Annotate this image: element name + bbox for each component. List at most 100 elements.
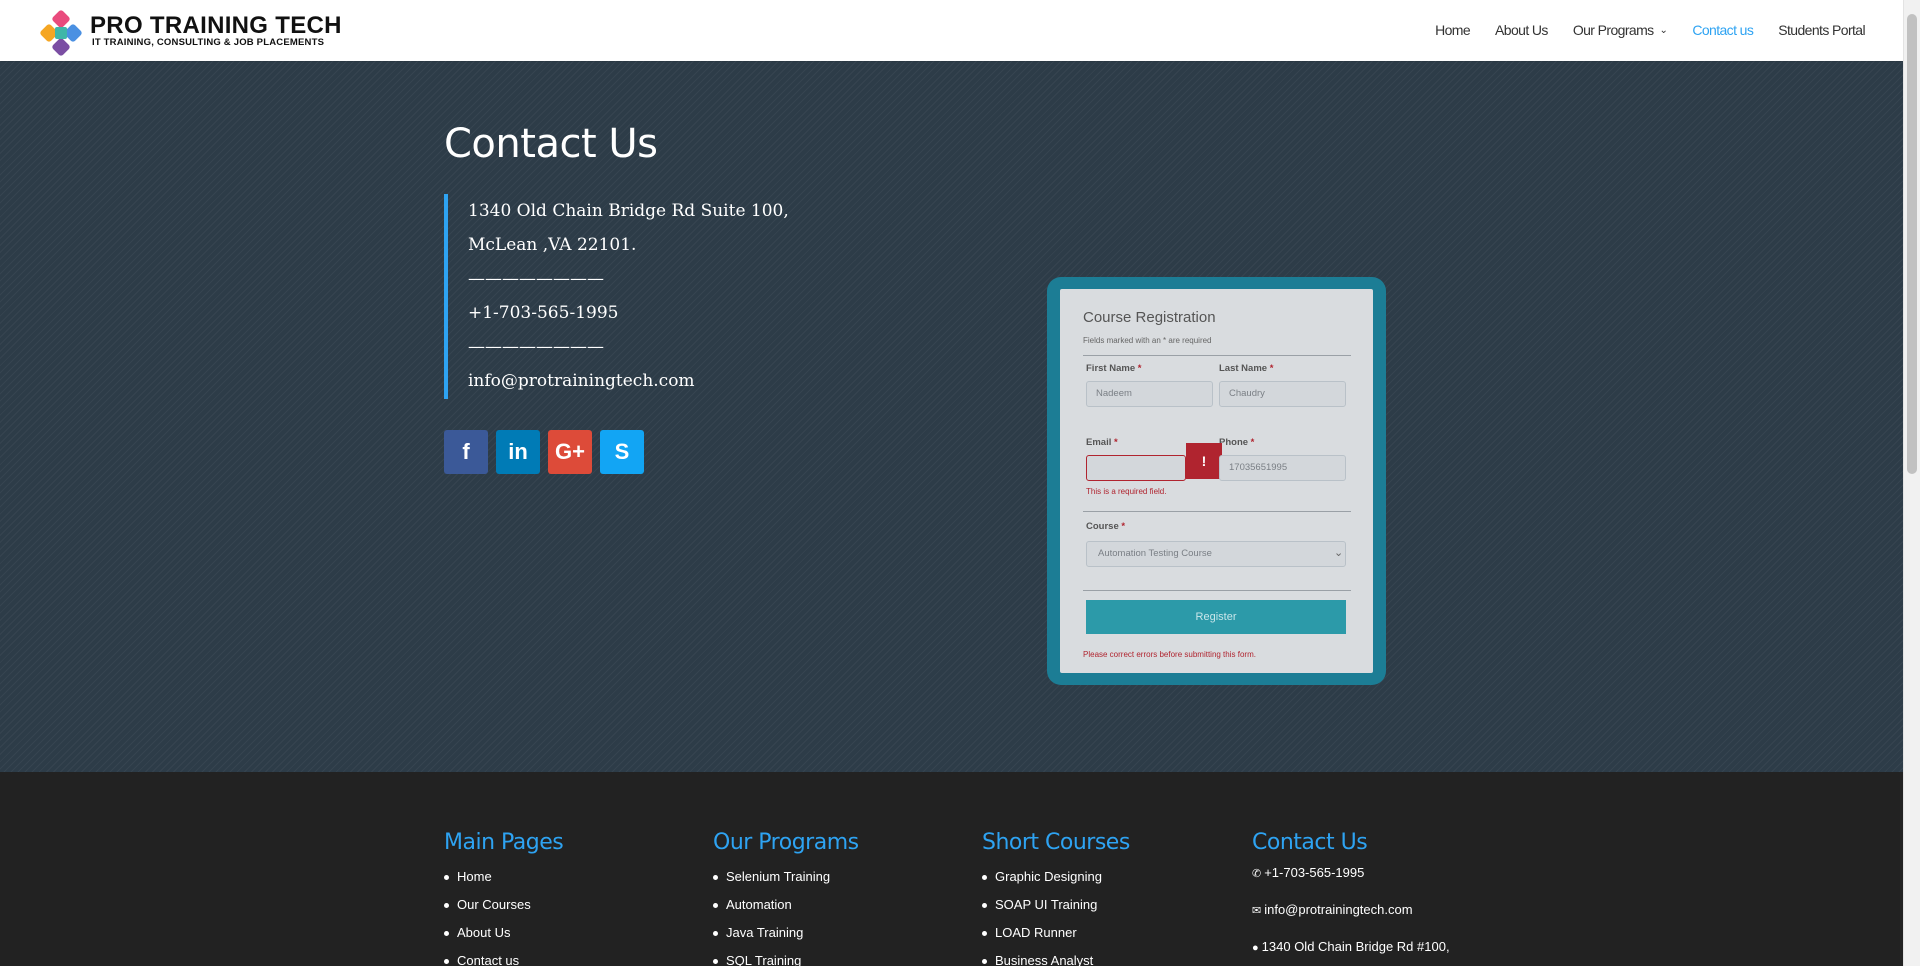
phone-icon: ✆ <box>1252 868 1262 880</box>
site-footer: Main Pages Home Our Courses About Us Con… <box>0 772 1903 968</box>
page-scrollbar[interactable] <box>1903 0 1920 966</box>
footer-link[interactable]: Contact us <box>444 947 563 975</box>
logo-icon[interactable] <box>40 10 84 56</box>
skype-icon: S <box>614 439 630 464</box>
last-name-label: Last Name * <box>1219 363 1273 374</box>
bullet-icon <box>982 874 987 880</box>
footer-phone: ✆ +1-703-565-1995 <box>1252 863 1450 884</box>
first-name-label-text: First Name <box>1086 363 1136 374</box>
facebook-icon: f <box>462 439 470 464</box>
footer-link[interactable]: SOAP UI Training <box>982 891 1130 919</box>
register-button[interactable]: Register <box>1086 600 1346 634</box>
footer-link[interactable]: Selenium Training <box>713 863 859 891</box>
course-label-text: Course <box>1086 521 1119 532</box>
last-name-field[interactable]: Chaudry <box>1219 381 1346 407</box>
bullet-icon <box>444 958 449 964</box>
phone-field[interactable]: 17035651995 <box>1219 455 1346 481</box>
bullet-icon <box>982 930 987 936</box>
address-line-1: 1340 Old Chain Bridge Rd Suite 100, <box>468 201 789 221</box>
footer-link-label: SQL Training <box>726 953 802 968</box>
footer-link[interactable]: Our Courses <box>444 891 563 919</box>
footer-link[interactable]: LOAD Runner <box>982 919 1130 947</box>
course-select[interactable]: Automation Testing Course <box>1086 541 1346 567</box>
email-label: Email * <box>1086 437 1118 448</box>
bullet-icon <box>713 874 718 880</box>
address-line-2: McLean ,VA 22101. <box>468 235 637 255</box>
form-error-message: Please correct errors before submitting … <box>1083 650 1256 659</box>
divider-line: ———————— <box>468 269 604 289</box>
footer-link[interactable]: SQL Training <box>713 947 859 975</box>
registration-form-frame: Course Registration Fields marked with a… <box>1047 277 1386 685</box>
required-mark: * <box>1250 437 1255 448</box>
linkedin-icon: in <box>508 439 528 464</box>
footer-link[interactable]: Graphic Designing <box>982 863 1130 891</box>
nav-our-programs[interactable]: Our Programs ⌄ <box>1573 22 1668 38</box>
footer-heading: Contact Us <box>1252 830 1368 855</box>
footer-link-label: Contact us <box>457 953 520 968</box>
footer-our-programs: Our Programs Selenium Training Automatio… <box>713 830 859 975</box>
footer-link-label: Java Training <box>726 925 804 940</box>
course-label: Course * <box>1086 521 1125 532</box>
googleplus-button[interactable]: G+ <box>548 430 592 474</box>
footer-link[interactable]: Home <box>444 863 563 891</box>
footer-link-label: Graphic Designing <box>995 869 1102 884</box>
footer-heading: Short Courses <box>982 830 1130 855</box>
last-name-label-text: Last Name <box>1219 363 1268 374</box>
contact-hero-section: Contact Us 1340 Old Chain Bridge Rd Suit… <box>0 61 1903 772</box>
footer-link[interactable]: Business Analyst <box>982 947 1130 975</box>
form-divider <box>1083 355 1351 356</box>
bullet-icon <box>444 930 449 936</box>
email-field[interactable] <box>1086 455 1186 481</box>
linkedin-button[interactable]: in <box>496 430 540 474</box>
footer-email-text: info@protrainingtech.com <box>1264 902 1413 917</box>
brand-subtitle: IT TRAINING, CONSULTING & JOB PLACEMENTS <box>92 37 325 48</box>
skype-button[interactable]: S <box>600 430 644 474</box>
facebook-button[interactable]: f <box>444 430 488 474</box>
bullet-icon <box>982 902 987 908</box>
footer-email[interactable]: ✉ info@protrainingtech.com <box>1252 900 1450 921</box>
bullet-icon <box>444 902 449 908</box>
footer-link-label: LOAD Runner <box>995 925 1077 940</box>
scrollbar-thumb[interactable] <box>1907 14 1917 474</box>
contact-details: 1340 Old Chain Bridge Rd Suite 100, McLe… <box>444 194 789 399</box>
nav-contact-us[interactable]: Contact us <box>1692 22 1754 38</box>
footer-link[interactable]: Automation <box>713 891 859 919</box>
form-required-note: Fields marked with an * are required <box>1083 336 1212 345</box>
bullet-icon <box>444 874 449 880</box>
contact-phone: +1-703-565-1995 <box>468 303 619 323</box>
footer-phone-text: +1-703-565-1995 <box>1264 865 1365 880</box>
footer-main-pages: Main Pages Home Our Courses About Us Con… <box>444 830 564 975</box>
social-links: f in G+ S <box>444 430 644 474</box>
nav-students-portal[interactable]: Students Portal <box>1778 22 1865 38</box>
divider-line: ———————— <box>468 337 604 357</box>
chevron-down-icon: ⌄ <box>1659 24 1668 36</box>
brand-title[interactable]: PRO TRAINING TECH <box>90 12 342 40</box>
footer-link-label: SOAP UI Training <box>995 897 1098 912</box>
first-name-label: First Name * <box>1086 363 1141 374</box>
error-icon: ! <box>1186 443 1222 479</box>
footer-link-label: Business Analyst <box>995 953 1094 968</box>
email-error-message: This is a required field. <box>1086 487 1167 496</box>
footer-address-text: 1340 Old Chain Bridge Rd #100, <box>1261 939 1450 954</box>
googleplus-icon: G+ <box>555 439 585 464</box>
bullet-icon <box>713 930 718 936</box>
form-title: Course Registration <box>1083 309 1216 326</box>
footer-link[interactable]: Java Training <box>713 919 859 947</box>
required-mark: * <box>1121 521 1126 532</box>
contact-email[interactable]: info@protrainingtech.com <box>468 364 789 398</box>
required-mark: * <box>1269 363 1274 374</box>
first-name-field[interactable]: Nadeem <box>1086 381 1213 407</box>
envelope-icon: ✉ <box>1252 905 1262 917</box>
nav-about-us[interactable]: About Us <box>1495 22 1548 38</box>
page-title: Contact Us <box>444 121 658 167</box>
nav-home[interactable]: Home <box>1435 22 1471 38</box>
footer-link[interactable]: About Us <box>444 919 563 947</box>
footer-short-courses: Short Courses Graphic Designing SOAP UI … <box>982 830 1130 975</box>
footer-heading: Main Pages <box>444 830 564 855</box>
nav-our-programs-label: Our Programs <box>1572 22 1654 38</box>
required-mark: * <box>1137 363 1142 374</box>
email-label-text: Email <box>1086 437 1112 448</box>
footer-link-label: Automation <box>726 897 792 912</box>
chevron-down-icon: ⌄ <box>1334 547 1344 559</box>
footer-link-label: Selenium Training <box>726 869 831 884</box>
